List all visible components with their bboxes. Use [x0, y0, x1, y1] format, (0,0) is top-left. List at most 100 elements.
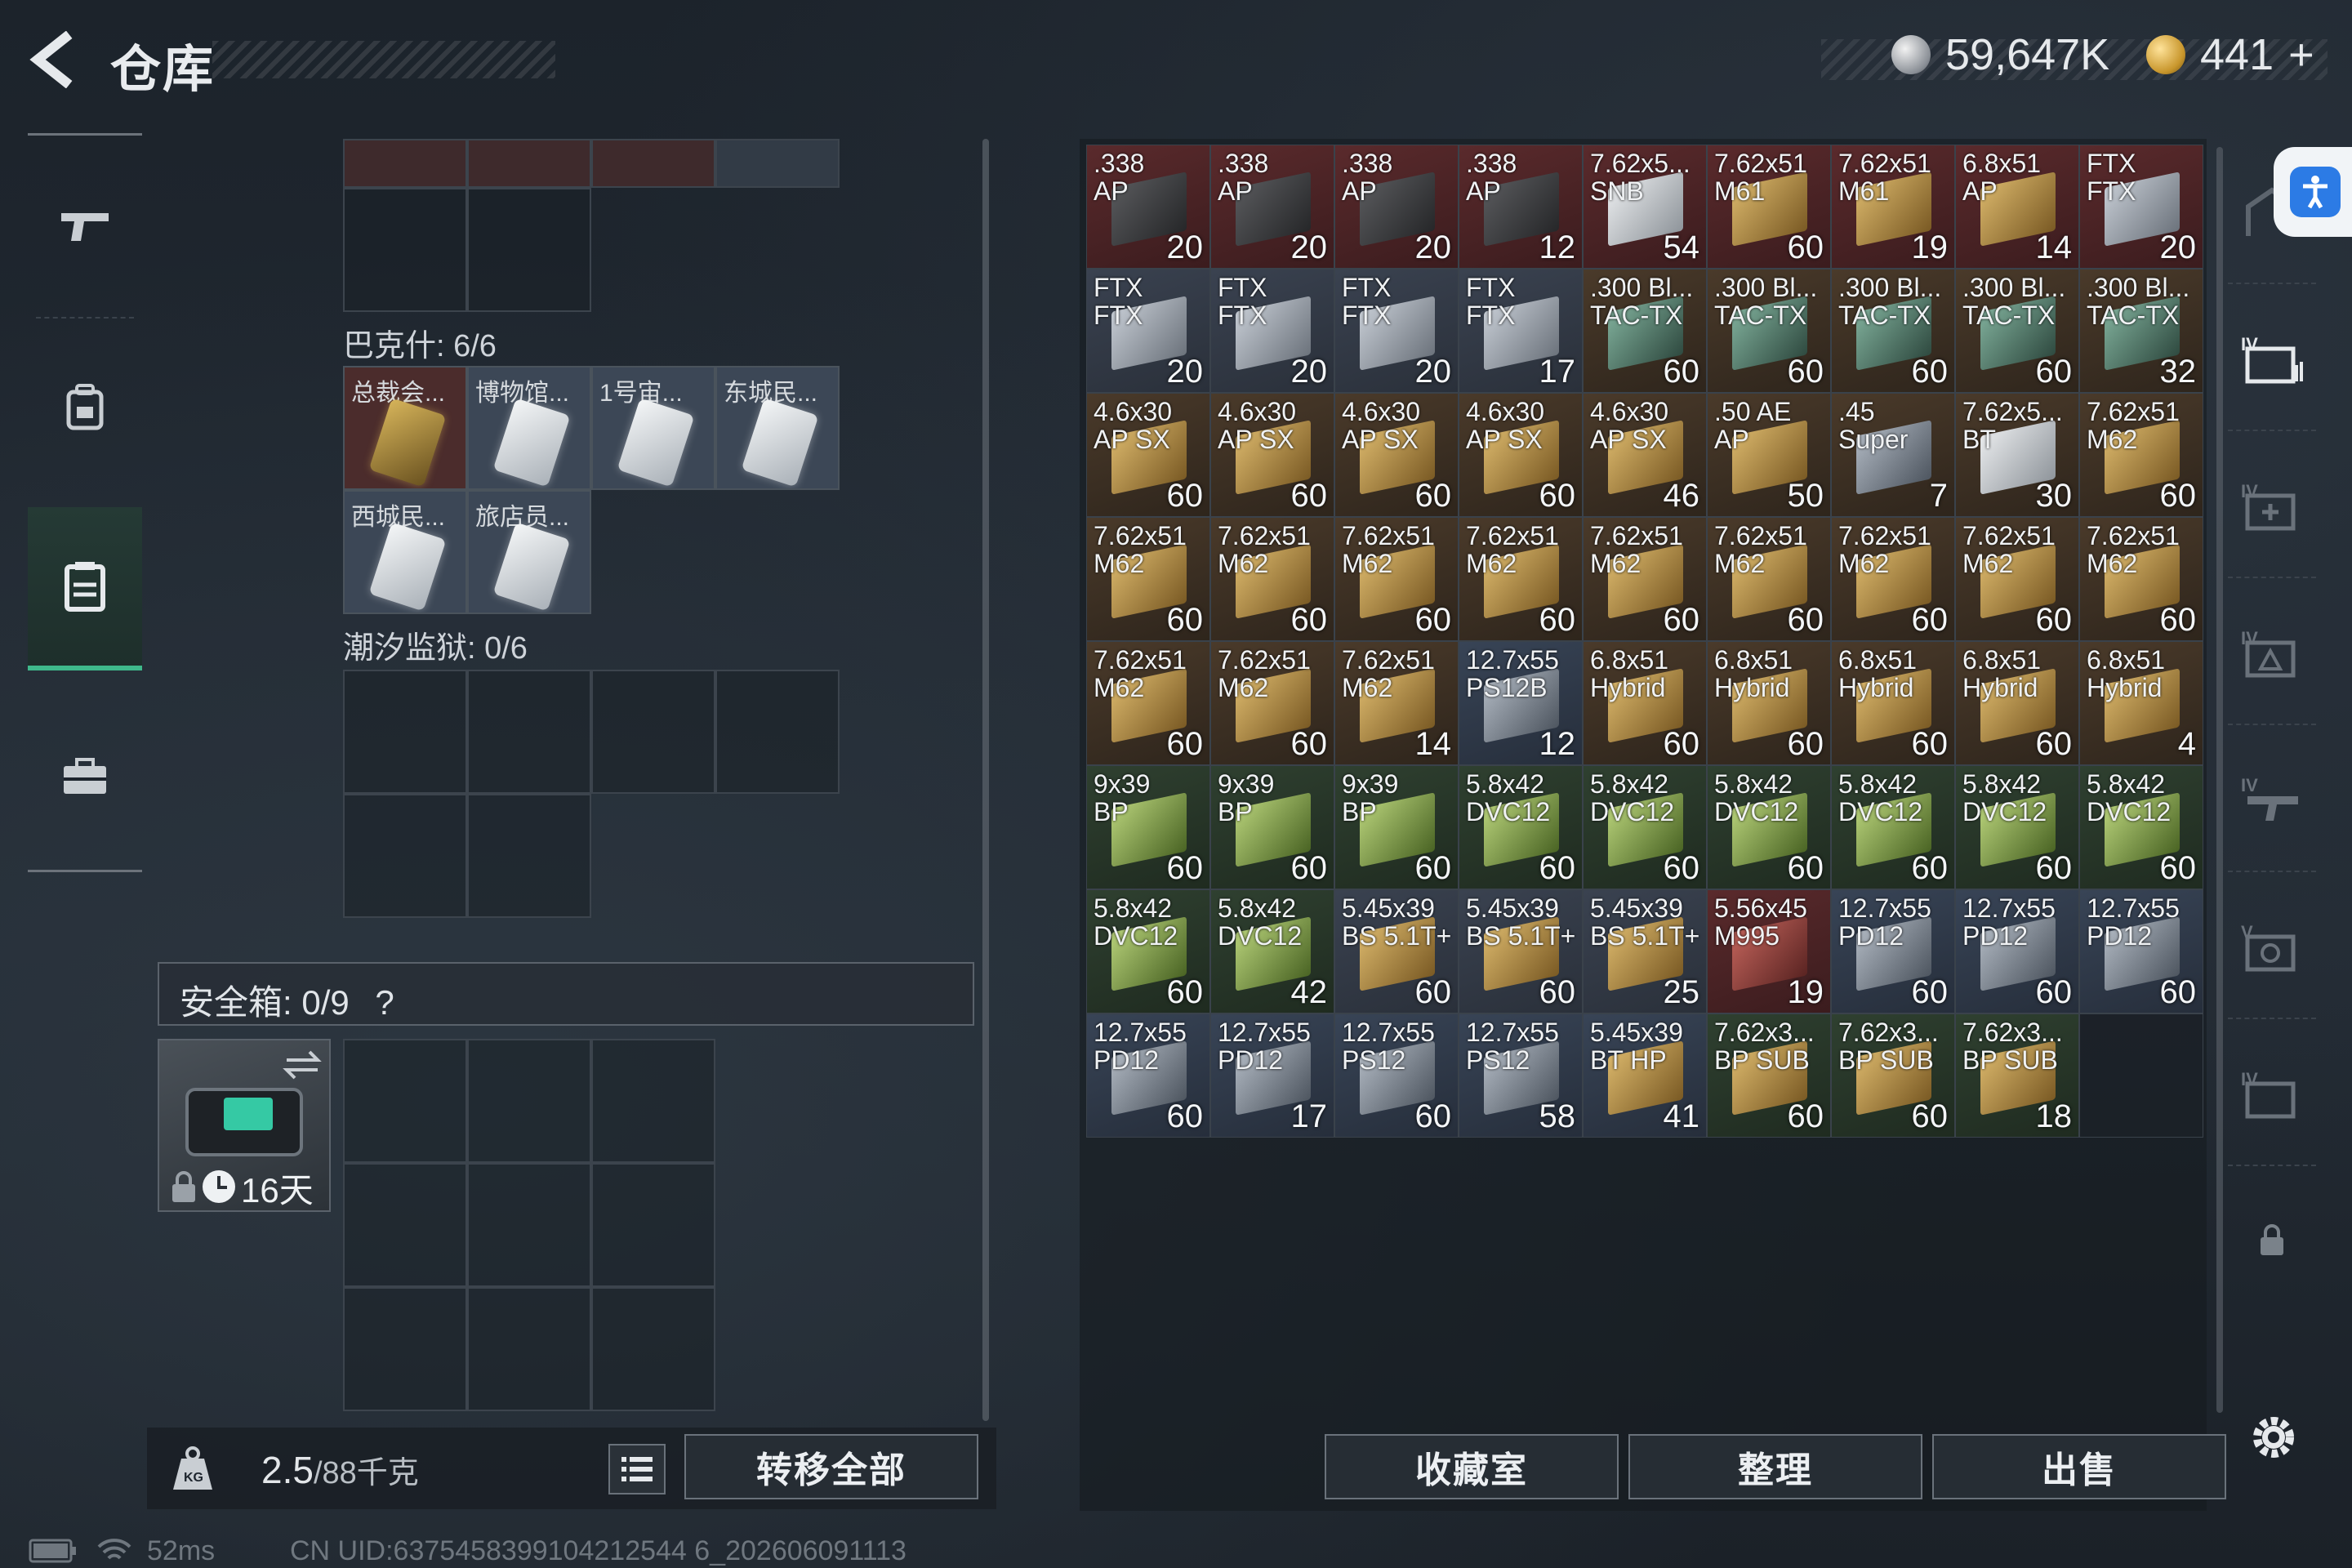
ammo-item[interactable]: 7.62x51 M62 60 — [1707, 517, 1831, 641]
ammo-item[interactable]: 7.62x51 M61 19 — [1831, 145, 1955, 269]
key-card[interactable]: 东城民... — [715, 366, 840, 490]
ammo-item[interactable]: 5.45x39 BS 5.1T+ 60 — [1459, 889, 1583, 1013]
ammo-item[interactable]: 5.45x39 BT HP 41 — [1583, 1013, 1707, 1138]
help-icon[interactable]: ? — [375, 983, 394, 1022]
ammo-item[interactable]: 12.7x55 PS12B 12 — [1459, 641, 1583, 765]
safe-box-item[interactable]: 16天 — [158, 1039, 331, 1212]
ammo-item[interactable]: 7.62x5... BT 30 — [1955, 393, 2079, 517]
ammo-item[interactable]: 12.7x55 PD12 60 — [1831, 889, 1955, 1013]
ammo-item[interactable]: 7.62x51 M62 14 — [1334, 641, 1459, 765]
ammo-item[interactable]: 6.8x51 Hybrid 4 — [2079, 641, 2203, 765]
safe-cell[interactable] — [591, 1287, 715, 1411]
ammo-item[interactable]: 7.62x51 M62 60 — [1583, 517, 1707, 641]
ammo-item[interactable]: 12.7x55 PD12 60 — [1955, 889, 2079, 1013]
ammo-item[interactable]: FTX FTX 20 — [1210, 269, 1334, 393]
ammo-item[interactable]: 7.62x51 M62 60 — [2079, 517, 2203, 641]
ammo-item[interactable]: 6.8x51 Hybrid 60 — [1831, 641, 1955, 765]
storage-cell[interactable] — [467, 139, 591, 188]
ammo-item[interactable]: 5.8x42 DVC12 60 — [1086, 889, 1210, 1013]
ammo-item[interactable]: 7.62x3... BP SUB 60 — [1707, 1013, 1831, 1138]
ammo-item[interactable]: .300 Bl... TAC-TX 60 — [1583, 269, 1707, 393]
ammo-item[interactable]: 7.62x3... BP SUB 18 — [1955, 1013, 2079, 1138]
ammo-item[interactable]: 6.8x51 Hybrid 60 — [1583, 641, 1707, 765]
ammo-item[interactable]: 7.62x51 M62 60 — [1459, 517, 1583, 641]
ammo-item[interactable]: .338 AP 20 — [1334, 145, 1459, 269]
key-card[interactable]: 1号宙... — [591, 366, 715, 490]
nav-gear[interactable] — [28, 325, 142, 488]
ammo-item[interactable]: 9x39 BP 60 — [1334, 765, 1459, 889]
storage-cell[interactable] — [343, 139, 467, 188]
ammo-item[interactable]: 7.62x51 M62 60 — [1086, 517, 1210, 641]
ammo-item[interactable]: 4.6x30 AP SX 60 — [1086, 393, 1210, 517]
storage-cell[interactable] — [343, 670, 467, 794]
ammo-item[interactable]: 7.62x51 M61 60 — [1707, 145, 1831, 269]
safe-cell[interactable] — [591, 1163, 715, 1287]
settings-gear-icon[interactable] — [2247, 1411, 2300, 1463]
ammo-item[interactable]: .300 Bl... TAC-TX 60 — [1707, 269, 1831, 393]
ammo-item[interactable]: 7.62x5... SNB 54 — [1583, 145, 1707, 269]
ammo-item[interactable]: 5.8x42 DVC12 60 — [1583, 765, 1707, 889]
safe-cell[interactable] — [343, 1163, 467, 1287]
key-card[interactable]: 总裁会... — [343, 366, 467, 490]
ammo-item[interactable]: .45 Super 7 — [1831, 393, 1955, 517]
storage-cell[interactable] — [715, 139, 840, 188]
ammo-item[interactable]: FTX FTX 17 — [1459, 269, 1583, 393]
ammo-item[interactable]: .338 AP 12 — [1459, 145, 1583, 269]
back-arrow-icon[interactable] — [24, 31, 82, 88]
ammo-item[interactable]: 7.62x3... BP SUB 60 — [1831, 1013, 1955, 1138]
ammo-item[interactable]: .300 Bl... TAC-TX 60 — [1955, 269, 2079, 393]
ammo-item[interactable]: 9x39 BP 60 — [1210, 765, 1334, 889]
list-view-button[interactable] — [608, 1444, 666, 1494]
left-scrollbar[interactable] — [982, 139, 989, 1421]
add-currency-button[interactable]: + — [2288, 29, 2314, 80]
ammo-item[interactable]: FTX FTX 20 — [1086, 269, 1210, 393]
storage-cell[interactable] — [715, 670, 840, 794]
ammo-item[interactable]: 12.7x55 PD12 60 — [2079, 889, 2203, 1013]
safe-cell[interactable] — [467, 1287, 591, 1411]
storage-page-5[interactable]: IV — [2228, 727, 2316, 872]
storage-page-2[interactable]: IV — [2228, 286, 2316, 431]
accessibility-button[interactable] — [2274, 147, 2352, 237]
ammo-item[interactable]: 4.6x30 AP SX 60 — [1459, 393, 1583, 517]
storage-cell[interactable] — [467, 670, 591, 794]
storage-cell[interactable] — [467, 188, 591, 312]
ammo-item[interactable]: 5.8x42 DVC12 60 — [2079, 765, 2203, 889]
storage-cell[interactable] — [467, 794, 591, 918]
storage-cell[interactable] — [591, 670, 715, 794]
ammo-item[interactable]: 5.8x42 DVC12 60 — [1707, 765, 1831, 889]
ammo-item[interactable]: 7.62x51 M62 60 — [1334, 517, 1459, 641]
ammo-item[interactable]: 5.8x42 DVC12 42 — [1210, 889, 1334, 1013]
ammo-item[interactable]: 5.45x39 BS 5.1T+ 60 — [1334, 889, 1459, 1013]
swap-icon[interactable] — [282, 1049, 323, 1081]
safe-cell[interactable] — [467, 1163, 591, 1287]
transfer-all-button[interactable]: 转移全部 — [684, 1434, 978, 1499]
ammo-item[interactable]: 6.8x51 Hybrid 60 — [1955, 641, 2079, 765]
ammo-item[interactable]: 4.6x30 AP SX 60 — [1334, 393, 1459, 517]
ammo-item[interactable]: 12.7x55 PS12 58 — [1459, 1013, 1583, 1138]
safe-cell[interactable] — [467, 1039, 591, 1163]
storage-page-3[interactable]: IV — [2228, 433, 2316, 578]
sort-button[interactable]: 整理 — [1628, 1434, 1922, 1499]
ammo-item[interactable]: 5.8x42 DVC12 60 — [1459, 765, 1583, 889]
safe-cell[interactable] — [343, 1287, 467, 1411]
ammo-item[interactable]: .50 AE AP 50 — [1707, 393, 1831, 517]
empty-slot[interactable] — [2079, 1013, 2203, 1138]
ammo-item[interactable]: 5.8x42 DVC12 60 — [1955, 765, 2079, 889]
sell-button[interactable]: 出售 — [1932, 1434, 2226, 1499]
ammo-item[interactable]: FTX FTX 20 — [2079, 145, 2203, 269]
storage-page-7[interactable]: IV — [2228, 1021, 2316, 1166]
right-scrollbar[interactable] — [2216, 147, 2223, 1413]
ammo-item[interactable]: 6.8x51 Hybrid 60 — [1707, 641, 1831, 765]
safe-cell[interactable] — [343, 1039, 467, 1163]
ammo-item[interactable]: 12.7x55 PD12 60 — [1086, 1013, 1210, 1138]
ammo-item[interactable]: 5.56x45 M995 19 — [1707, 889, 1831, 1013]
storage-page-4[interactable]: IV — [2228, 580, 2316, 725]
ammo-item[interactable]: .338 AP 20 — [1086, 145, 1210, 269]
ammo-item[interactable]: 12.7x55 PD12 17 — [1210, 1013, 1334, 1138]
ammo-item[interactable]: 5.45x39 BS 5.1T+ 25 — [1583, 889, 1707, 1013]
storage-page-locked[interactable] — [2228, 1168, 2316, 1313]
ammo-item[interactable]: 7.62x51 M62 60 — [2079, 393, 2203, 517]
key-card[interactable]: 西城民... — [343, 490, 467, 614]
ammo-item[interactable]: 5.8x42 DVC12 60 — [1831, 765, 1955, 889]
ammo-item[interactable]: 12.7x55 PS12 60 — [1334, 1013, 1459, 1138]
